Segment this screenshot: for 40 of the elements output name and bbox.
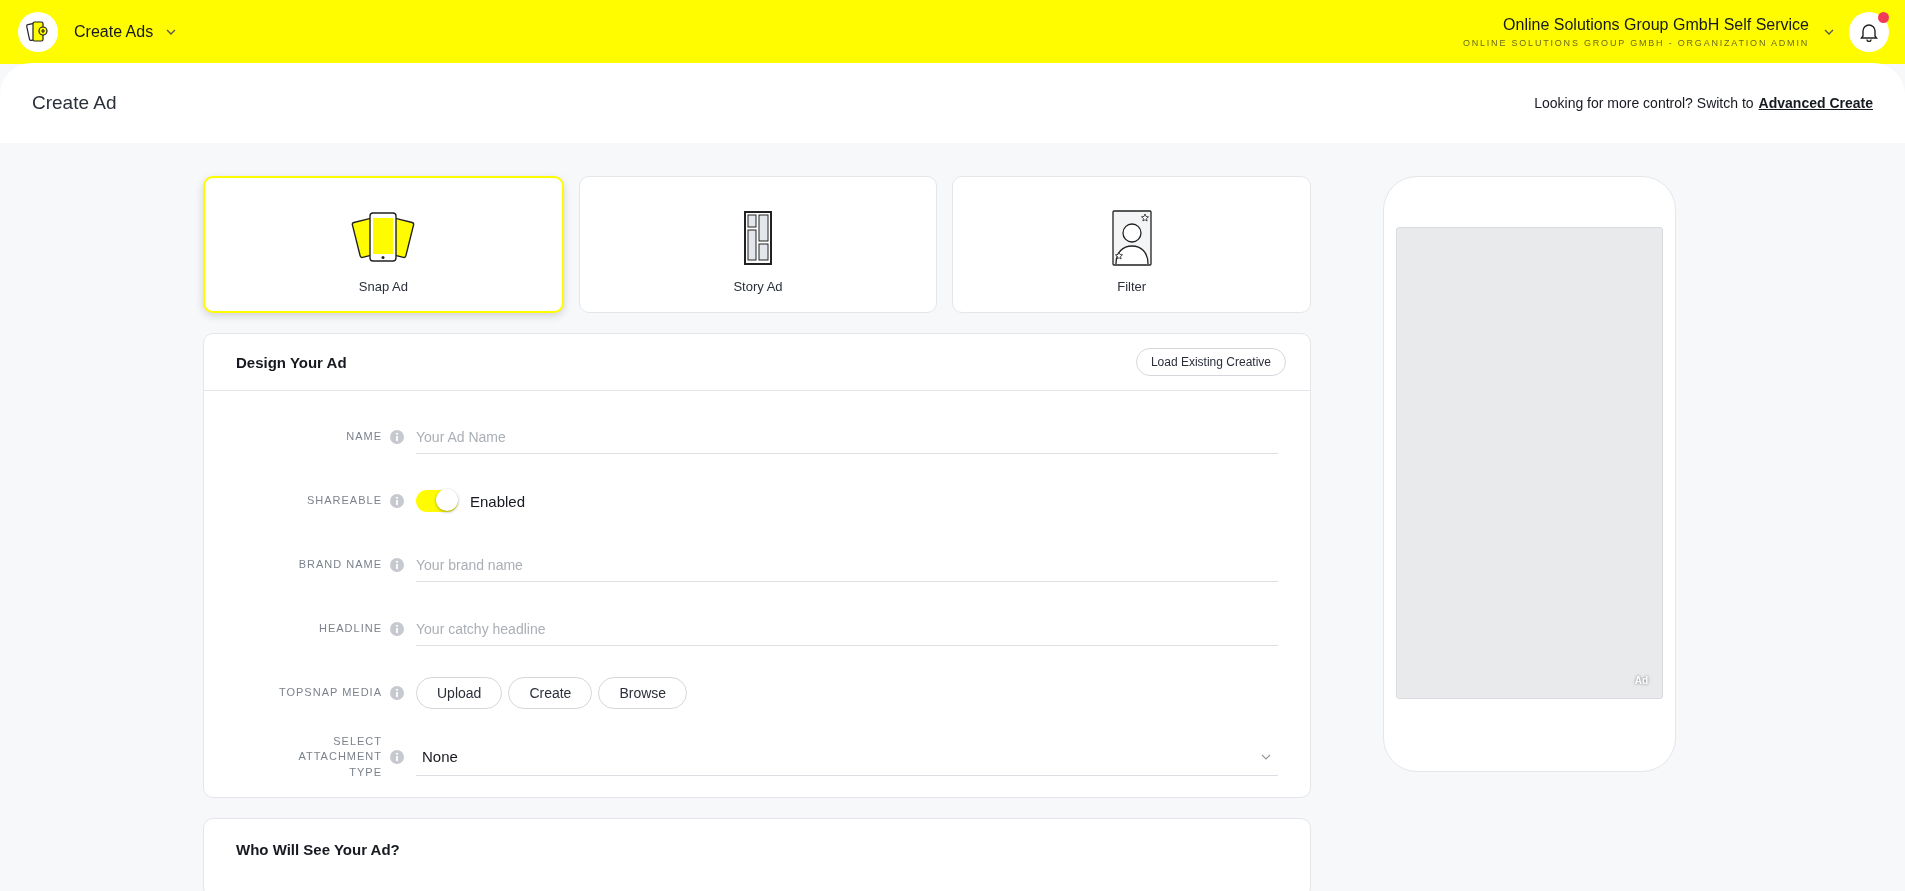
info-icon[interactable] [390, 622, 404, 636]
info-icon[interactable] [390, 686, 404, 700]
field-label: SELECT ATTACHMENT TYPE [297, 733, 382, 780]
toggle-switch[interactable] [416, 490, 458, 512]
chevron-down-icon [1260, 752, 1272, 761]
field-label: BRAND NAME [298, 557, 382, 573]
portrait-frame-icon [1110, 208, 1153, 267]
media-button[interactable]: Create [508, 677, 593, 709]
field-label: NAME [346, 429, 382, 445]
organization-role: ONLINE SOLUTIONS GROUP GMBH - ORGANIZATION ADMIN [1462, 38, 1809, 48]
info-icon[interactable] [390, 494, 404, 508]
field-label: TOPSNAP MEDIA [278, 685, 382, 701]
app-logo-button[interactable] [18, 12, 58, 52]
ad-type-card[interactable]: Story Ad [578, 176, 938, 313]
info-icon[interactable] [390, 750, 404, 764]
advanced-create-link[interactable]: Advanced Create [1758, 95, 1873, 111]
field-label: SHAREABLE [306, 493, 382, 509]
attachment-type-select[interactable]: None [416, 738, 1278, 776]
load-existing-creative-button[interactable]: Load Existing Creative [1135, 348, 1286, 376]
page-title: Create Ad [32, 92, 117, 114]
ad-label: Ad [1634, 675, 1648, 686]
switch-prompt: Looking for more control? Switch to [1534, 95, 1754, 111]
media-button[interactable]: Upload [416, 677, 503, 709]
story-layout-icon [743, 208, 773, 267]
phone-cards-icon [25, 19, 51, 45]
toggle-label: Enabled [470, 492, 526, 510]
notifications-button[interactable] [1849, 12, 1889, 52]
info-icon[interactable] [390, 558, 404, 572]
ad-type-card[interactable]: Snap Ad [203, 176, 564, 313]
card-title: Who Will See Your Ad? [236, 841, 400, 858]
field-label: HEADLINE [318, 621, 382, 637]
create-ads-menu[interactable]: Create Ads [74, 23, 178, 41]
ad-type-card[interactable]: Filter [952, 176, 1311, 313]
bell-icon [1860, 22, 1878, 42]
info-icon[interactable] [390, 430, 404, 444]
chevron-down-icon [165, 28, 178, 36]
media-button[interactable]: Browse [598, 677, 688, 709]
organization-name: Online Solutions Group GmbH Self Service [1503, 16, 1809, 34]
card-title: Design Your Ad [236, 353, 347, 371]
chevron-down-icon[interactable] [1823, 28, 1835, 36]
